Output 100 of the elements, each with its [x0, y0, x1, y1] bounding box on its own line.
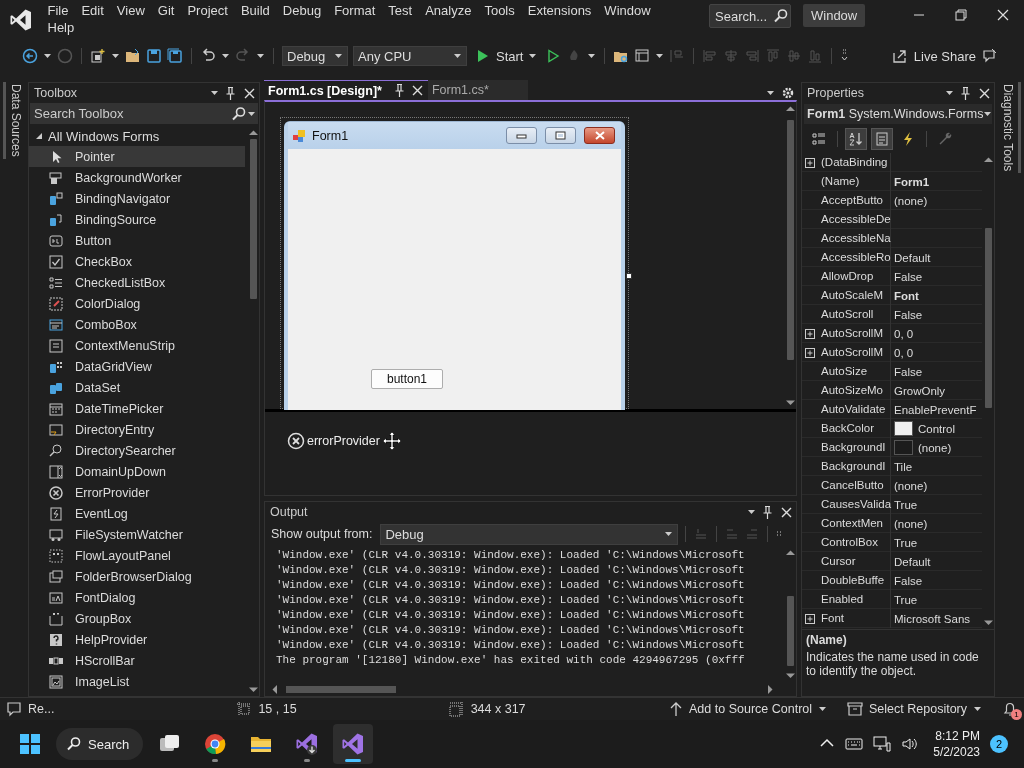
property-name[interactable]: Font	[818, 609, 891, 628]
menu-item[interactable]: Build	[234, 2, 277, 19]
property-value[interactable]: GrowOnly	[894, 384, 946, 397]
property-value[interactable]: Default	[894, 555, 931, 568]
property-value[interactable]: True	[894, 536, 918, 549]
property-value[interactable]: False	[894, 365, 923, 378]
toolbox-item[interactable]: DirectorySearcher	[29, 440, 245, 461]
property-name[interactable]: (DataBinding	[818, 153, 891, 172]
form-minimize-button[interactable]	[506, 127, 537, 144]
property-name[interactable]: AutoValidate	[818, 400, 891, 419]
toolbox-item[interactable]: ImageList	[29, 671, 245, 692]
scrollbar-thumb[interactable]	[984, 228, 992, 408]
property-value[interactable]: Default	[894, 251, 931, 264]
scrollbar-thumb[interactable]	[286, 686, 396, 693]
property-name[interactable]: AccessibleRo	[818, 248, 891, 267]
toolbox-item[interactable]: CheckBox	[29, 251, 245, 272]
menu-item[interactable]: Tools	[477, 2, 522, 19]
output-source-dropdown[interactable]: Debug	[380, 523, 679, 545]
source-control-button[interactable]: Add to Source Control	[669, 701, 828, 717]
property-name[interactable]: BackgroundI	[818, 438, 891, 457]
property-value[interactable]: 0, 0	[894, 327, 914, 340]
settings-icon[interactable]	[781, 86, 795, 100]
notification-badge[interactable]: 2	[990, 735, 1008, 753]
menu-item[interactable]: Debug	[276, 2, 328, 19]
property-name[interactable]: AllowDrop	[818, 267, 891, 286]
menu-item[interactable]: Format	[327, 2, 382, 19]
property-value[interactable]: (none)	[918, 441, 952, 454]
installer-icon[interactable]	[295, 732, 320, 756]
toolbox-item[interactable]: DirectoryEntry	[29, 419, 245, 440]
property-name[interactable]: ContextMen	[818, 514, 891, 533]
resize-handle[interactable]	[626, 273, 632, 279]
network-icon[interactable]	[873, 735, 892, 753]
search-field[interactable]: Search Toolbox	[34, 106, 231, 121]
property-name[interactable]: BackColor	[818, 419, 891, 438]
property-value[interactable]: False	[894, 574, 923, 587]
document-tab[interactable]: Form1.cs*	[427, 80, 528, 100]
property-name[interactable]: AccessibleDe	[818, 210, 891, 229]
toolbox-item[interactable]: DataSet	[29, 377, 245, 398]
toolbox-item[interactable]: Button	[29, 230, 245, 251]
toolbox-item[interactable]: HelpProvider	[29, 629, 245, 650]
side-tab[interactable]: Diagnostic Tools	[998, 82, 1021, 174]
component-label[interactable]: errorProvider	[307, 434, 380, 448]
expand-icon[interactable]	[804, 156, 816, 169]
menu-item[interactable]: Extensions	[521, 2, 598, 19]
dropdown-icon[interactable]	[210, 89, 219, 97]
toolbox-item[interactable]: Pointer	[29, 146, 245, 167]
toolbox-item[interactable]: ErrorProvider	[29, 482, 245, 503]
menu-item[interactable]: Window	[597, 2, 658, 19]
property-value[interactable]: False	[894, 270, 923, 283]
scroll-left-icon[interactable]	[271, 683, 278, 695]
property-name[interactable]: (Name)	[818, 172, 891, 191]
play-outline-icon[interactable]	[545, 48, 562, 64]
caret-icon[interactable]	[256, 52, 265, 60]
property-value[interactable]: Form1	[894, 175, 930, 188]
toolbox-item[interactable]: FolderBrowserDialog	[29, 566, 245, 587]
layout-icon[interactable]	[634, 48, 651, 64]
toolbox-item[interactable]: BackgroundWorker	[29, 167, 245, 188]
expand-icon[interactable]	[804, 612, 816, 625]
property-name[interactable]: Cursor	[818, 552, 891, 571]
toolbox-item[interactable]: BindingNavigator	[29, 188, 245, 209]
property-value[interactable]: True	[894, 593, 918, 606]
property-value[interactable]: EnablePreventF	[894, 403, 977, 416]
toolbox-item[interactable]: EventLog	[29, 503, 245, 524]
property-name[interactable]: DoubleBuffe	[818, 571, 891, 590]
property-value[interactable]: Font	[894, 289, 919, 302]
overflow-icon[interactable]	[775, 529, 784, 539]
restore-icon[interactable]	[955, 9, 967, 21]
property-name[interactable]: CancelButto	[818, 476, 891, 495]
form-close-button[interactable]	[584, 127, 615, 144]
live-share-button[interactable]: Live Share	[891, 48, 976, 64]
search-field[interactable]: Search...	[715, 8, 773, 24]
object-selector[interactable]: Form1 System.Windows.Forms	[804, 104, 992, 124]
property-name[interactable]: AutoScaleM	[818, 286, 891, 305]
property-value[interactable]: (none)	[894, 517, 928, 530]
toolbox-item[interactable]: DataGridView	[29, 356, 245, 377]
toolbox-item[interactable]: HScrollBar	[29, 650, 245, 671]
property-value[interactable]: 0, 0	[894, 346, 914, 359]
undo-icon[interactable]	[200, 48, 216, 64]
caret-icon[interactable]	[655, 52, 665, 60]
menu-item[interactable]: View	[110, 2, 152, 19]
toolbox-item[interactable]: DateTimePicker	[29, 398, 245, 419]
toolbox-item[interactable]: DomainUpDown	[29, 461, 245, 482]
toolbox-item[interactable]: FlowLayoutPanel	[29, 545, 245, 566]
visual-studio-icon[interactable]	[341, 732, 366, 756]
search-box[interactable]: Search...	[709, 4, 791, 28]
toolbox-item[interactable]: ComboBox	[29, 314, 245, 335]
caret-icon[interactable]	[221, 52, 230, 60]
search-box[interactable]: Search Toolbox	[30, 103, 258, 124]
property-name[interactable]: BackgroundI	[818, 457, 891, 476]
notifications-button[interactable]: 1	[1002, 701, 1018, 717]
open-folder-icon[interactable]	[125, 48, 141, 64]
caret-icon[interactable]	[587, 52, 597, 60]
menu-item[interactable]: Test	[381, 2, 419, 19]
menu-item[interactable]: Git	[151, 2, 181, 19]
property-name[interactable]: AutoScrollM	[818, 343, 891, 362]
toolbox-item[interactable]: FontDialog	[29, 587, 245, 608]
toolbox-item[interactable]: ColorDialog	[29, 293, 245, 314]
scroll-up-icon[interactable]	[784, 105, 796, 112]
property-name[interactable]: AcceptButto	[818, 191, 891, 210]
toolbox-item[interactable]: CheckedListBox	[29, 272, 245, 293]
